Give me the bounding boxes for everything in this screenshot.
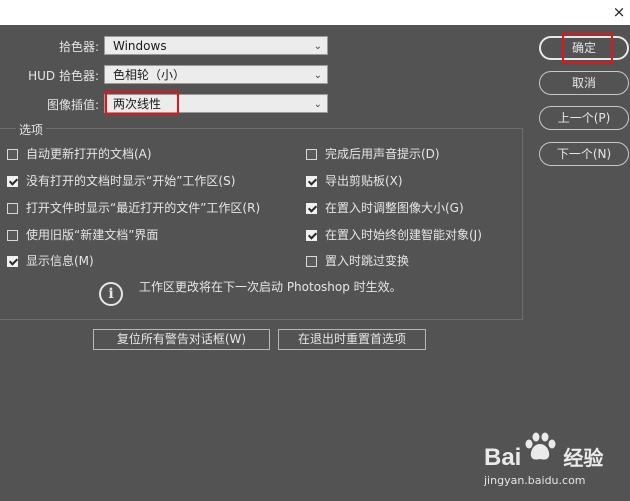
checkbox-icon[interactable]	[306, 149, 317, 160]
hud-picker-value: 色相轮（小）	[113, 68, 186, 82]
ok-button[interactable]: 确定	[539, 36, 629, 60]
checkbox-label: 没有打开的文档时显示“开始”工作区(S)	[26, 174, 236, 188]
checkbox-label: 置入时跳过变换	[325, 254, 410, 268]
checkbox-sound-on-finish[interactable]: 完成后用声音提示(D)	[306, 146, 440, 162]
checkbox-label: 使用旧版“新建文档”界面	[26, 228, 159, 242]
baidu-brand: Bai 经验	[484, 442, 603, 472]
brand-left: Bai	[484, 444, 522, 471]
chevron-down-icon: ⌄	[313, 70, 322, 81]
prev-button[interactable]: 上一个(P)	[539, 106, 629, 130]
hud-picker-select[interactable]: 色相轮（小） ⌄	[104, 65, 328, 84]
checkbox-label: 打开文件时显示“最近打开的文件”工作区(R)	[26, 201, 261, 215]
checkbox-icon[interactable]	[306, 203, 317, 214]
checkbox-icon[interactable]	[7, 176, 18, 187]
checkbox-icon[interactable]	[306, 176, 317, 187]
checkbox-icon[interactable]	[7, 256, 18, 267]
interpolation-select[interactable]: 两次线性 ⌄	[104, 94, 328, 113]
checkbox-resize-on-place[interactable]: 在置入时调整图像大小(G)	[306, 200, 464, 216]
chevron-down-icon: ⌄	[313, 99, 322, 110]
checkbox-show-recent-files[interactable]: 打开文件时显示“最近打开的文件”工作区(R)	[7, 200, 260, 216]
info-text: 工作区更改将在下一次启动 Photoshop 时生效。	[139, 280, 402, 294]
checkbox-label: 在置入时始终创建智能对象(J)	[325, 228, 482, 242]
checkbox-icon[interactable]	[7, 203, 18, 214]
color-picker-label: 拾色器:	[58, 40, 99, 54]
reset-warnings-button[interactable]: 复位所有警告对话框(W)	[93, 329, 270, 350]
checkbox-show-info[interactable]: 显示信息(M)	[7, 253, 94, 269]
next-button[interactable]: 下一个(N)	[539, 142, 629, 166]
interpolation-label: 图像插值:	[46, 98, 99, 112]
checkbox-smart-object-on-place[interactable]: 在置入时始终创建智能对象(J)	[306, 227, 482, 243]
checkbox-icon[interactable]	[7, 230, 18, 241]
checkbox-label: 完成后用声音提示(D)	[325, 147, 440, 161]
cancel-button[interactable]: 取消	[539, 71, 629, 95]
close-icon[interactable]: ×	[610, 3, 628, 21]
chevron-down-icon: ⌄	[313, 41, 322, 52]
checkbox-legacy-new-doc[interactable]: 使用旧版“新建文档”界面	[7, 227, 158, 243]
checkbox-label: 显示信息(M)	[26, 254, 94, 268]
interpolation-value: 两次线性	[113, 97, 162, 111]
hud-picker-label: HUD 拾色器:	[28, 69, 99, 83]
checkbox-label: 导出剪贴板(X)	[325, 174, 403, 188]
title-bar: ×	[0, 0, 630, 25]
checkbox-icon[interactable]	[306, 256, 317, 267]
checkbox-skip-transform[interactable]: 置入时跳过变换	[306, 253, 409, 269]
color-picker-value: Windows	[113, 39, 167, 53]
checkbox-label: 在置入时调整图像大小(G)	[325, 201, 464, 215]
reset-prefs-button[interactable]: 在退出时重置首选项	[278, 329, 426, 350]
options-group-title: 选项	[16, 121, 47, 138]
checkbox-export-clipboard[interactable]: 导出剪贴板(X)	[306, 173, 403, 189]
checkbox-show-start-workspace[interactable]: 没有打开的文档时显示“开始”工作区(S)	[7, 173, 235, 189]
watermark-url: jingyan.baidu.com	[484, 474, 586, 487]
checkbox-icon[interactable]	[7, 149, 18, 160]
info-icon: i	[99, 282, 123, 306]
checkbox-label: 自动更新打开的文档(A)	[26, 147, 152, 161]
checkbox-icon[interactable]	[306, 230, 317, 241]
checkbox-auto-update-docs[interactable]: 自动更新打开的文档(A)	[7, 146, 152, 162]
brand-right: 经验	[563, 448, 604, 470]
color-picker-select[interactable]: Windows ⌄	[104, 36, 328, 55]
